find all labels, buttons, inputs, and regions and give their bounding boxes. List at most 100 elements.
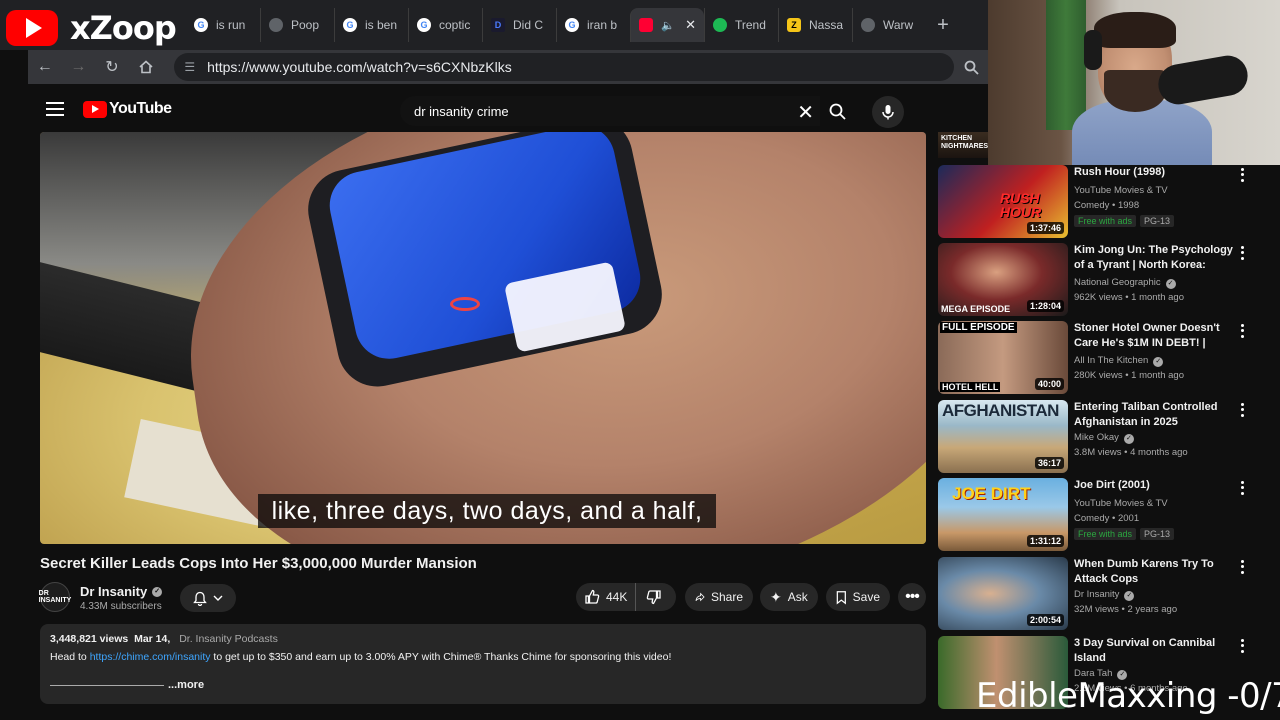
home-icon xyxy=(138,60,153,74)
clear-search-icon[interactable]: ✕ xyxy=(797,100,814,125)
video-meta: 32M views • 2 years ago xyxy=(1074,604,1178,615)
more-actions-button[interactable]: ••• xyxy=(898,583,926,611)
google-icon: G xyxy=(194,18,208,32)
description-prefix: Head to xyxy=(50,651,90,663)
video-meta: Comedy • 1998 xyxy=(1074,200,1140,211)
share-button[interactable]: Share xyxy=(685,583,753,611)
tab-5[interactable]: Giran b xyxy=(556,8,630,42)
bell-icon xyxy=(193,591,207,606)
close-tab-icon[interactable]: ✕ xyxy=(685,17,696,33)
description-box[interactable]: 3,448,821 views Mar 14, Dr. Insanity Pod… xyxy=(40,624,926,704)
more-vertical-icon[interactable] xyxy=(1236,167,1248,183)
more-vertical-icon[interactable] xyxy=(1236,638,1248,654)
video-duration: 2:00:54 xyxy=(1026,614,1064,626)
channel-avatar[interactable]: DR INSANITY xyxy=(39,582,71,612)
description-suffix: to get up to $350 and earn up to 3.00% A… xyxy=(210,651,672,663)
rating-badge: PG-13 xyxy=(1140,528,1175,540)
search-button[interactable] xyxy=(820,96,854,126)
description-tag[interactable]: Dr. Insanity Podcasts xyxy=(179,633,278,645)
video-title: Stoner Hotel Owner Doesn't Care He's $1M… xyxy=(1074,322,1220,349)
thumbnail-text: AFGHANISTAN xyxy=(942,401,1059,420)
tab-4[interactable]: D Did C xyxy=(482,8,556,42)
address-search-button[interactable] xyxy=(954,50,988,84)
ask-button[interactable]: ✦ Ask xyxy=(760,583,818,611)
forward-button[interactable]: → xyxy=(62,50,96,84)
reload-icon: ↻ xyxy=(105,59,119,76)
badges: Free with ads PG-13 xyxy=(1074,528,1175,540)
video-thumbnail[interactable]: AFGHANISTAN 36:17 xyxy=(938,400,1068,473)
save-label: Save xyxy=(852,590,880,604)
menu-icon[interactable] xyxy=(46,102,64,116)
tab-2[interactable]: Gis ben xyxy=(334,8,408,42)
tab-9[interactable]: Warw xyxy=(852,8,926,42)
channel-label: Mike Okay xyxy=(1074,432,1119,443)
more-vertical-icon[interactable] xyxy=(1236,323,1248,339)
bookmark-icon xyxy=(836,590,846,605)
upload-date: Mar 14, xyxy=(134,633,171,645)
video-player[interactable]: like, three days, two days, and a half, xyxy=(40,132,926,544)
recommendation-item[interactable]: RUSH HOUR 1:37:46 Rush Hour (1998) YouTu… xyxy=(938,165,1258,239)
video-frame-red-mark xyxy=(450,297,480,311)
tab-8[interactable]: Z Nassa xyxy=(778,8,852,42)
more-vertical-icon[interactable] xyxy=(1236,559,1248,575)
video-thumbnail[interactable]: 2:00:54 xyxy=(938,557,1068,630)
channel-name: Dr Insanity xyxy=(80,584,148,599)
thumbnail-text: FULL EPISODE xyxy=(940,322,1017,333)
youtube-logo-icon xyxy=(6,10,58,46)
voice-search-button[interactable] xyxy=(872,96,904,128)
reload-button[interactable]: ↻ xyxy=(95,50,129,84)
recommendation-item[interactable]: AFGHANISTAN 36:17 Entering Taliban Contr… xyxy=(938,400,1258,474)
home-button[interactable] xyxy=(129,50,163,84)
new-tab-button[interactable]: + xyxy=(926,8,960,42)
sparkle-icon: ✦ xyxy=(770,588,782,605)
more-vertical-icon[interactable] xyxy=(1236,480,1248,496)
recommendation-item[interactable]: MEGA EPISODE 1:28:04 Kim Jong Un: The Ps… xyxy=(938,243,1258,317)
channel-name-link[interactable]: Dr Insanity ✓ xyxy=(80,584,163,599)
tab-3[interactable]: Gcoptic xyxy=(408,8,482,42)
webcam-person-hair xyxy=(1094,12,1176,48)
video-thumbnail[interactable]: RUSH HOUR 1:37:46 xyxy=(938,165,1068,238)
partial-thumbnail[interactable]: KITCHEN NIGHTMARES xyxy=(938,132,988,158)
save-button[interactable]: Save xyxy=(826,583,890,611)
video-thumbnail[interactable]: MEGA EPISODE 1:28:04 xyxy=(938,243,1068,316)
youtube-header: YouTube dr insanity crime ✕ xyxy=(28,84,988,136)
like-count: 44K xyxy=(606,590,628,604)
video-thumbnail[interactable]: JOE DIRT 1:31:12 xyxy=(938,478,1068,551)
video-title: 3 Day Survival on Cannibal Island xyxy=(1074,637,1216,664)
tab-1[interactable]: Poop xyxy=(260,8,334,42)
search-input[interactable]: dr insanity crime ✕ xyxy=(400,96,820,126)
recommendation-item[interactable]: FULL EPISODE HOTEL HELL 40:00 Stoner Hot… xyxy=(938,321,1258,395)
video-title: Entering Taliban Controlled Afghanistan … xyxy=(1074,401,1218,428)
description-meta: 3,448,821 views Mar 14, Dr. Insanity Pod… xyxy=(50,633,916,645)
youtube-home-logo[interactable]: YouTube xyxy=(83,100,172,118)
recommendation-item[interactable]: JOE DIRT 1:31:12 Joe Dirt (2001) YouTube… xyxy=(938,478,1258,552)
site-settings-icon[interactable]: ☰ xyxy=(184,60,195,74)
address-bar[interactable]: ☰ https://www.youtube.com/watch?v=s6CXNb… xyxy=(174,53,955,81)
d-icon: D xyxy=(491,18,505,32)
video-title: When Dumb Karens Try To Attack Cops xyxy=(1074,558,1214,585)
tab-7[interactable]: Trend xyxy=(704,8,778,42)
badges: Free with ads PG-13 xyxy=(1074,215,1175,227)
globe-icon xyxy=(861,18,875,32)
sponsor-link[interactable]: https://chime.com/insanity xyxy=(90,651,211,663)
video-title: Joe Dirt (2001) xyxy=(1074,479,1150,491)
back-button[interactable]: ← xyxy=(28,50,62,84)
more-vertical-icon[interactable] xyxy=(1236,402,1248,418)
video-thumbnail[interactable]: FULL EPISODE HOTEL HELL 40:00 xyxy=(938,321,1068,394)
microphone-icon xyxy=(882,105,894,120)
tab-strip: Gis run Poop Gis ben Gcoptic D Did C Gira… xyxy=(186,8,960,42)
speaker-icon: 🔈 xyxy=(661,19,675,32)
recommendation-item[interactable]: 2:00:54 When Dumb Karens Try To Attack C… xyxy=(938,557,1258,631)
like-button[interactable]: 44K xyxy=(576,583,637,611)
tab-0[interactable]: Gis run xyxy=(186,8,260,42)
forward-arrow-icon: → xyxy=(70,58,87,75)
youtube-wordmark: YouTube xyxy=(109,100,172,117)
more-vertical-icon[interactable] xyxy=(1236,245,1248,261)
show-more-button[interactable]: ...more xyxy=(50,679,204,691)
url-text: https://www.youtube.com/watch?v=s6CXNbzK… xyxy=(207,59,512,75)
tab-active-youtube[interactable]: 🔈 ✕ xyxy=(630,8,704,42)
google-icon: G xyxy=(343,18,357,32)
dislike-button[interactable] xyxy=(636,583,662,611)
ask-label: Ask xyxy=(787,590,808,604)
notifications-button[interactable] xyxy=(180,584,236,612)
